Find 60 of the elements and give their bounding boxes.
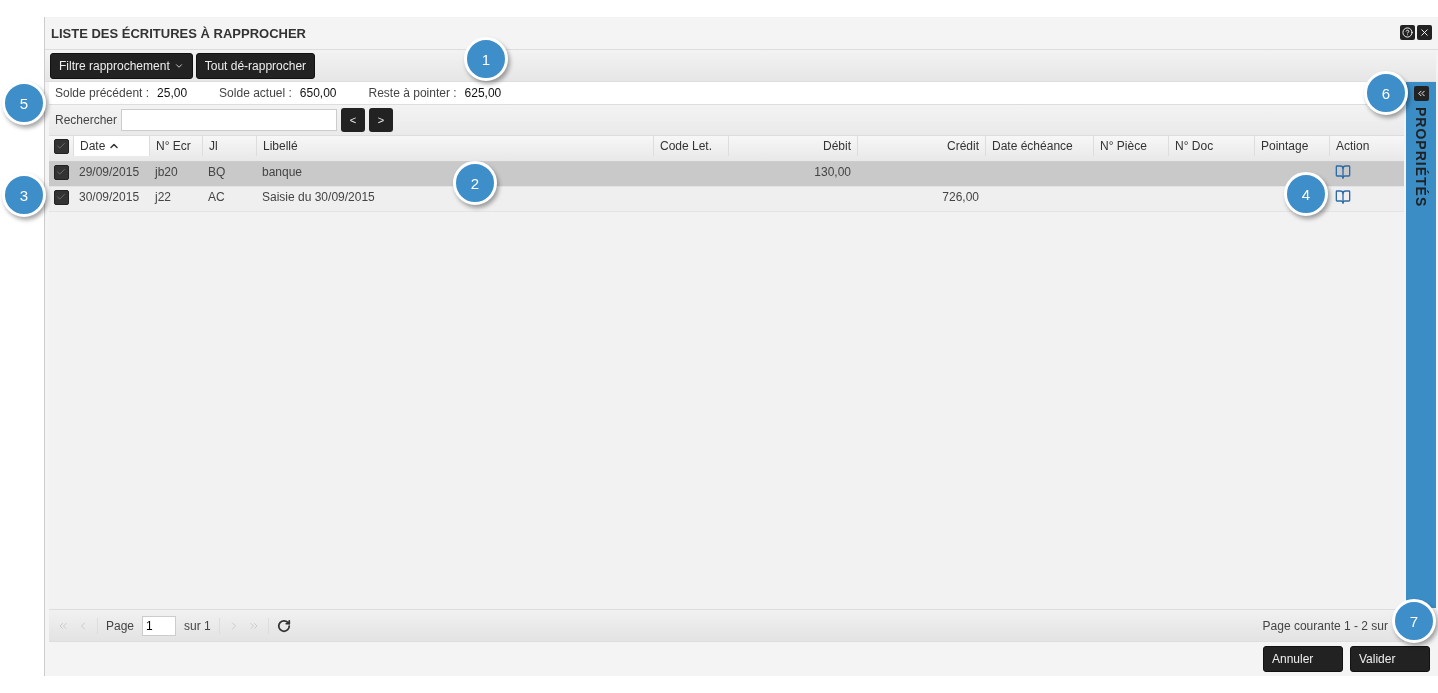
table-cell: 29/09/2015 — [79, 165, 140, 179]
book-icon[interactable] — [1335, 164, 1351, 180]
toolbar-button[interactable]: Tout dé-rapprocher — [195, 52, 316, 79]
column-header[interactable]: N° Doc — [1168, 136, 1254, 156]
column-header[interactable]: Débit — [728, 136, 857, 156]
properties-panel[interactable]: PROPRIÉTÉS — [1406, 82, 1436, 608]
table-cell: AC — [208, 190, 225, 204]
column-header[interactable]: Pointage — [1254, 136, 1329, 156]
page-status: Page courante 1 - 2 sur — [1262, 618, 1388, 633]
help-icon — [1402, 27, 1413, 38]
table-cell: Saisie du 30/09/2015 — [262, 190, 375, 204]
footer-button[interactable]: Valider — [1350, 646, 1430, 672]
double-chevron-icon — [1415, 88, 1427, 99]
check-icon — [56, 141, 66, 151]
window-title: LISTE DES ÉCRITURES À RAPPROCHER — [51, 25, 306, 41]
column-header[interactable]: N° Pièce — [1093, 136, 1168, 156]
balance-value: 625,00 — [464, 86, 502, 100]
callout-marker: 3 — [2, 173, 46, 217]
table-cell: 30/09/2015 — [79, 190, 140, 204]
select-all-checkbox[interactable] — [53, 138, 69, 154]
close-icon — [1419, 27, 1430, 38]
balance-value: 650,00 — [299, 86, 337, 100]
table-cell: 130,00 — [814, 165, 851, 179]
table-cell: j22 — [155, 190, 171, 204]
callout-marker: 5 — [2, 81, 46, 125]
row-checkbox[interactable] — [53, 189, 69, 205]
table-cell: banque — [262, 165, 303, 179]
help-button[interactable] — [1400, 25, 1415, 40]
column-header[interactable]: Libellé — [256, 136, 653, 156]
balance-label: Solde actuel : — [219, 86, 292, 100]
table-cell: BQ — [208, 165, 226, 179]
column-header[interactable]: Jl — [202, 136, 256, 156]
balance-value: 25,00 — [157, 86, 188, 100]
collapse-button[interactable] — [1413, 86, 1429, 101]
search-field[interactable] — [121, 109, 338, 131]
table-cell: 726,00 — [942, 190, 979, 204]
footer-button[interactable]: Annuler — [1263, 646, 1343, 672]
page-label: Page — [106, 618, 135, 633]
page-count: sur 1 — [184, 618, 211, 633]
balance-label: Reste à pointer : — [368, 86, 457, 100]
row-checkbox[interactable] — [53, 164, 69, 180]
column-header[interactable]: Action — [1329, 136, 1404, 156]
panel-title: PROPRIÉTÉS — [1413, 107, 1429, 208]
filter-dropdown[interactable]: Filtre rapprochement — [50, 52, 193, 79]
column-header[interactable]: Code Let. — [653, 136, 728, 156]
previous-button[interactable]: < — [341, 108, 366, 132]
book-icon[interactable] — [1335, 189, 1351, 205]
next-button[interactable]: > — [369, 108, 394, 132]
check-icon — [56, 167, 66, 177]
refresh-icon[interactable] — [276, 618, 291, 633]
page-field[interactable]: 1 — [142, 615, 177, 636]
column-header[interactable]: Crédit — [857, 136, 985, 156]
balance-label: Solde précédent : — [55, 86, 150, 100]
check-icon — [56, 192, 66, 202]
column-header[interactable]: N° Ecr — [149, 136, 202, 156]
search-label: Rechercher — [55, 113, 118, 127]
column-header[interactable]: Date — [73, 136, 149, 156]
table-cell: jb20 — [155, 165, 178, 179]
close-button[interactable] — [1417, 25, 1432, 40]
column-header[interactable]: Date échéance — [985, 136, 1093, 156]
